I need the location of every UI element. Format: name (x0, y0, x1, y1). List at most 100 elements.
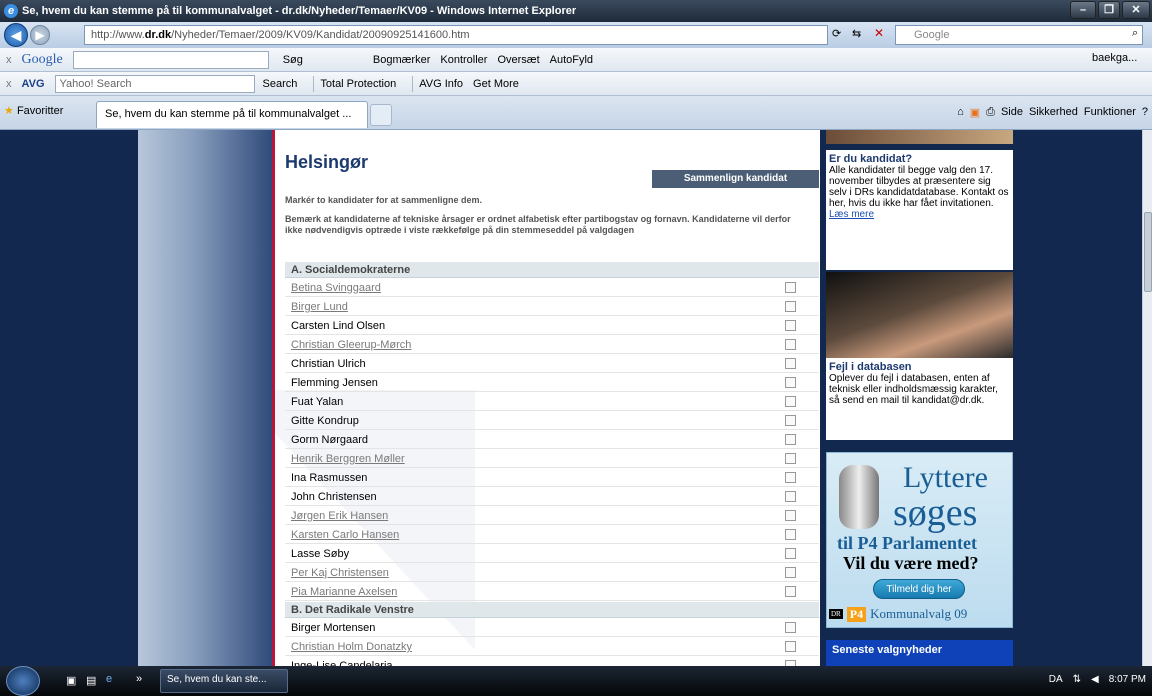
volume-icon[interactable]: ◀ (1091, 674, 1099, 685)
compare-checkbox[interactable] (785, 434, 796, 445)
close-toolbar-icon[interactable]: x (6, 54, 12, 66)
page-title: Helsingør (285, 152, 369, 172)
help-icon[interactable]: ? (1142, 106, 1148, 119)
window-titlebar: e Se, hvem du kan stemme på til kommunal… (0, 0, 1152, 22)
candidate-link[interactable]: Henrik Berggren Møller (291, 453, 405, 465)
compare-checkbox[interactable] (785, 491, 796, 502)
total-protection-button[interactable]: Total Protection (320, 78, 396, 90)
candidate-name: Birger Mortensen (291, 622, 376, 634)
page-viewport: Helsingør Sammenlign kandidat Markér to … (0, 130, 1142, 666)
close-button[interactable]: ✕ (1122, 1, 1150, 19)
favorites-button[interactable]: ★ Favoritter (4, 104, 63, 117)
compare-checkbox[interactable] (785, 339, 796, 350)
url-path: /Nyheder/Temaer/2009/KV09/Kandidat/20090… (171, 29, 470, 41)
refresh-icon[interactable]: ⟳ (832, 27, 841, 40)
language-indicator[interactable]: DA (1049, 674, 1063, 685)
rss-icon[interactable]: ⇆ (852, 27, 861, 40)
avg-toolbar: x AVG Yahoo! Search Search Total Protect… (0, 72, 1152, 96)
clock[interactable]: 8:07 PM (1109, 674, 1146, 685)
candidate-link[interactable]: Christian Gleerup-Mørch (291, 339, 411, 351)
stop-icon[interactable]: ✕ (874, 26, 884, 40)
sikkerhed-menu[interactable]: Sikkerhed (1029, 106, 1078, 119)
show-desktop-icon[interactable]: ▣ (66, 674, 76, 687)
maximize-button[interactable]: ❐ (1098, 1, 1120, 19)
close-toolbar-icon[interactable]: x (6, 78, 12, 90)
get-more-button[interactable]: Get More (473, 78, 519, 90)
candidate-row: Pia Marianne Axelsen (285, 583, 819, 601)
new-tab-button[interactable] (370, 104, 392, 126)
ie-quicklaunch-icon[interactable]: e (106, 673, 112, 685)
candidate-name: Christian Ulrich (291, 358, 366, 370)
compare-checkbox[interactable] (785, 282, 796, 293)
avg-search-button[interactable]: Search (263, 78, 298, 90)
minimize-button[interactable]: – (1070, 1, 1096, 19)
google-toolbar-item[interactable]: Kontroller (440, 54, 487, 66)
address-bar[interactable]: http://www.dr.dk/Nyheder/Temaer/2009/KV0… (84, 25, 828, 45)
start-button[interactable] (6, 666, 40, 696)
google-search-input[interactable] (72, 50, 269, 69)
candidate-row: Carsten Lind Olsen (285, 317, 819, 335)
compare-checkbox[interactable] (785, 622, 796, 633)
network-icon[interactable]: ⇅ (1073, 674, 1081, 685)
candidate-link[interactable]: Jørgen Erik Hansen (291, 510, 388, 522)
compare-checkbox[interactable] (785, 510, 796, 521)
candidate-link[interactable]: Christian Holm Donatzky (291, 641, 412, 653)
candidate-link[interactable]: Per Kaj Christensen (291, 567, 389, 579)
compare-checkbox[interactable] (785, 377, 796, 388)
vertical-scrollbar[interactable] (1142, 130, 1152, 666)
read-more-link[interactable]: Læs mere (829, 209, 1010, 220)
candidate-row: Ina Rasmussen (285, 469, 819, 487)
ad-footer: DR P4 Kommunalvalg 09 (829, 606, 967, 622)
avg-info-button[interactable]: AVG Info (419, 78, 463, 90)
compare-checkbox[interactable] (785, 453, 796, 464)
google-toolbar-item[interactable]: Bogmærker (373, 54, 430, 66)
active-tab[interactable]: Se, hvem du kan stemme på til kommunalva… (96, 101, 368, 128)
google-toolbar-item[interactable]: Søg (283, 54, 303, 66)
sidebar-top-image (826, 130, 1013, 144)
search-icon[interactable]: ⌕ (1132, 27, 1138, 40)
google-toolbar-item[interactable]: Oversæt (497, 54, 539, 66)
yahoo-search-input[interactable]: Yahoo! Search (54, 74, 255, 93)
database-error-box: Fejl i databasen Oplever du fejl i datab… (826, 358, 1013, 440)
candidate-link[interactable]: Pia Marianne Axelsen (291, 586, 397, 598)
compare-checkbox[interactable] (785, 529, 796, 540)
dr-logo: DR (829, 609, 843, 619)
compare-checkbox[interactable] (785, 358, 796, 369)
candidate-link[interactable]: Betina Svinggaard (291, 282, 381, 294)
divider (313, 75, 315, 92)
feeds-icon[interactable]: ▣ (970, 106, 980, 119)
compare-checkbox[interactable] (785, 320, 796, 331)
compare-checkbox[interactable] (785, 301, 796, 312)
compare-checkbox[interactable] (785, 472, 796, 483)
compare-checkbox[interactable] (785, 548, 796, 559)
funktioner-menu[interactable]: Funktioner (1084, 106, 1136, 119)
compare-checkbox[interactable] (785, 586, 796, 597)
back-button[interactable]: ◀ (4, 23, 28, 47)
home-icon[interactable]: ⌂ (957, 106, 964, 119)
compare-checkbox[interactable] (785, 396, 796, 407)
task-button[interactable]: Se, hvem du kan ste... (160, 669, 288, 693)
search-box[interactable]: Google (895, 25, 1143, 45)
compare-checkbox[interactable] (785, 415, 796, 426)
chevron-icon[interactable]: » (136, 673, 142, 685)
print-icon[interactable]: ⎙ (986, 106, 995, 119)
search-placeholder: Google (914, 29, 950, 41)
candidate-row: Henrik Berggren Møller (285, 450, 819, 468)
ad-line-4: Vil du være med? (843, 553, 979, 573)
forward-button[interactable]: ▶ (30, 25, 50, 45)
candidate-row: Karsten Carlo Hansen (285, 526, 819, 544)
p4-advert[interactable]: Lyttere søges til P4 Parlamentet Vil du … (826, 452, 1013, 628)
candidate-link[interactable]: Birger Lund (291, 301, 348, 313)
scroll-thumb[interactable] (1144, 212, 1152, 292)
compare-checkbox[interactable] (785, 567, 796, 578)
signup-button[interactable]: Tilmeld dig her (873, 579, 965, 599)
google-toolbar-item[interactable]: AutoFyld (550, 54, 593, 66)
candidate-link[interactable]: Karsten Carlo Hansen (291, 529, 399, 541)
google-user[interactable]: baekga... (1092, 52, 1137, 64)
candidate-row: Jørgen Erik Hansen (285, 507, 819, 525)
compare-checkbox[interactable] (785, 641, 796, 652)
side-menu[interactable]: Side (1001, 106, 1023, 119)
switch-windows-icon[interactable]: ▤ (86, 674, 96, 687)
task-label: Se, hvem du kan ste... (167, 674, 267, 685)
compare-button[interactable]: Sammenlign kandidat (652, 170, 819, 188)
